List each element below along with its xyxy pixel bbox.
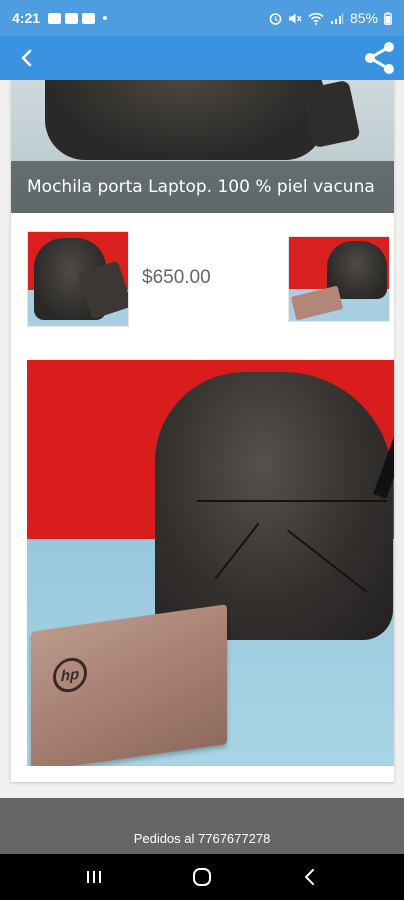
battery-icon bbox=[384, 11, 392, 25]
product-info-row: $650.00 bbox=[11, 231, 394, 327]
home-icon bbox=[193, 868, 211, 886]
status-time: 4:21 bbox=[12, 10, 41, 26]
home-button[interactable] bbox=[182, 857, 222, 897]
recents-icon bbox=[87, 871, 101, 883]
product-main-image[interactable]: hp bbox=[27, 360, 394, 766]
message-icon bbox=[48, 12, 62, 24]
product-title: Mochila porta Laptop. 100 % piel vacuna bbox=[11, 161, 394, 213]
back-button[interactable] bbox=[8, 38, 44, 78]
backpack-photo bbox=[155, 372, 393, 640]
system-icons: 85% bbox=[269, 10, 392, 26]
app-bar bbox=[0, 36, 404, 80]
mail-icon bbox=[82, 12, 96, 24]
alarm-icon bbox=[269, 12, 282, 25]
status-bar: 4:21 85% bbox=[0, 0, 404, 36]
system-nav-bar bbox=[0, 854, 404, 900]
wifi-icon bbox=[308, 12, 324, 25]
backpack-zipper bbox=[197, 500, 387, 502]
product-page[interactable]: Mochila porta Laptop. 100 % piel vacuna … bbox=[0, 80, 404, 798]
backpack-photo bbox=[45, 80, 325, 160]
thumbnail-open-backpack[interactable] bbox=[27, 231, 129, 327]
notification-icons bbox=[48, 12, 108, 24]
share-button[interactable] bbox=[362, 38, 398, 78]
footer-order-text: Pedidos al 7767677278 bbox=[133, 831, 271, 846]
recents-button[interactable] bbox=[74, 857, 114, 897]
share-icon bbox=[365, 42, 394, 74]
battery-percent: 85% bbox=[349, 10, 378, 26]
chevron-left-icon bbox=[21, 49, 32, 67]
product-card: Mochila porta Laptop. 100 % piel vacuna … bbox=[11, 80, 394, 782]
product-price: $650.00 bbox=[142, 267, 211, 288]
back-icon bbox=[305, 869, 314, 885]
thumbnail-backpack-laptop[interactable] bbox=[288, 236, 390, 322]
signal-icon bbox=[330, 12, 344, 24]
product-hero-image[interactable]: Mochila porta Laptop. 100 % piel vacuna bbox=[11, 80, 394, 213]
dot-icon bbox=[103, 16, 108, 20]
footer-bar: Pedidos al 7767677278 bbox=[0, 798, 404, 854]
mute-icon bbox=[288, 13, 302, 23]
image-icon bbox=[65, 12, 79, 24]
system-back-button[interactable] bbox=[290, 857, 330, 897]
